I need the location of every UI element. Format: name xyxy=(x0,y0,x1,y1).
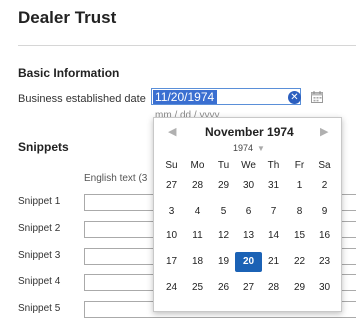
weekday-header: Sa xyxy=(318,160,331,171)
calendar-day[interactable]: 5 xyxy=(210,202,237,222)
calendar-day[interactable]: 13 xyxy=(235,226,262,246)
calendar-day[interactable]: 24 xyxy=(158,278,185,298)
calendar-day[interactable]: 27 xyxy=(235,278,262,298)
calendar-day[interactable]: 12 xyxy=(210,226,237,246)
established-date-value[interactable]: 11/20/1974 xyxy=(153,90,218,104)
snippet-label: Snippet 1 xyxy=(18,196,61,207)
calendar-day[interactable]: 16 xyxy=(311,226,338,246)
calendar-day[interactable]: 9 xyxy=(311,202,338,222)
calendar-day[interactable]: 11 xyxy=(184,226,211,246)
calendar-month-title: November 1974 xyxy=(205,125,294,139)
snippet-label: Snippet 2 xyxy=(18,223,61,234)
calendar-day[interactable]: 30 xyxy=(311,278,338,298)
calendar-day[interactable]: 19 xyxy=(210,252,237,272)
column-header-english: English text (3 xyxy=(84,173,148,184)
calendar-day[interactable]: 22 xyxy=(286,252,313,272)
calendar-day[interactable]: 25 xyxy=(184,278,211,298)
weekday-header: Su xyxy=(165,160,178,171)
calendar-day[interactable]: 18 xyxy=(184,252,211,272)
divider xyxy=(18,45,356,46)
calendar-day[interactable]: 1 xyxy=(286,176,313,196)
calendar-day[interactable]: 28 xyxy=(260,278,287,298)
calendar-day[interactable]: 30 xyxy=(235,176,262,196)
calendar-day[interactable]: 8 xyxy=(286,202,313,222)
prev-month-icon[interactable]: ◀ xyxy=(168,125,176,138)
calendar-day-selected[interactable]: 20 xyxy=(235,252,262,272)
weekday-header: Th xyxy=(267,160,280,171)
weekday-header: Fr xyxy=(294,160,305,171)
calendar-day[interactable]: 23 xyxy=(311,252,338,272)
calendar-day[interactable]: 7 xyxy=(260,202,287,222)
snippet-label: Snippet 3 xyxy=(18,250,61,261)
clear-icon[interactable]: ✕ xyxy=(288,91,301,104)
calendar-day[interactable]: 17 xyxy=(158,252,185,272)
weekday-header: Mo xyxy=(190,160,205,171)
weekday-header: We xyxy=(241,160,256,171)
page-title: Dealer Trust xyxy=(18,8,117,27)
calendar-day[interactable]: 10 xyxy=(158,226,185,246)
calendar-day[interactable]: 29 xyxy=(210,176,237,196)
calendar-day[interactable]: 2 xyxy=(311,176,338,196)
chevron-down-icon[interactable]: ▼ xyxy=(257,144,265,153)
snippet-label: Snippet 5 xyxy=(18,303,61,314)
snippet-label: Snippet 4 xyxy=(18,276,61,287)
calendar-day[interactable]: 4 xyxy=(184,202,211,222)
calendar-day[interactable]: 28 xyxy=(184,176,211,196)
next-month-icon[interactable]: ▶ xyxy=(320,125,328,138)
weekday-header: Tu xyxy=(217,160,230,171)
section-heading-snippets: Snippets xyxy=(18,140,69,154)
calendar-day[interactable]: 29 xyxy=(286,278,313,298)
calendar-icon[interactable] xyxy=(310,90,324,104)
calendar-day[interactable]: 14 xyxy=(260,226,287,246)
calendar-day[interactable]: 15 xyxy=(286,226,313,246)
calendar-day[interactable]: 6 xyxy=(235,202,262,222)
calendar-day[interactable]: 26 xyxy=(210,278,237,298)
calendar-day[interactable]: 3 xyxy=(158,202,185,222)
calendar-day[interactable]: 21 xyxy=(260,252,287,272)
calendar-day[interactable]: 31 xyxy=(260,176,287,196)
section-heading-basic-info: Basic Information xyxy=(18,66,120,80)
year-select[interactable]: 1974 xyxy=(233,143,253,153)
established-date-label: Business established date xyxy=(18,93,146,105)
calendar-day[interactable]: 27 xyxy=(158,176,185,196)
